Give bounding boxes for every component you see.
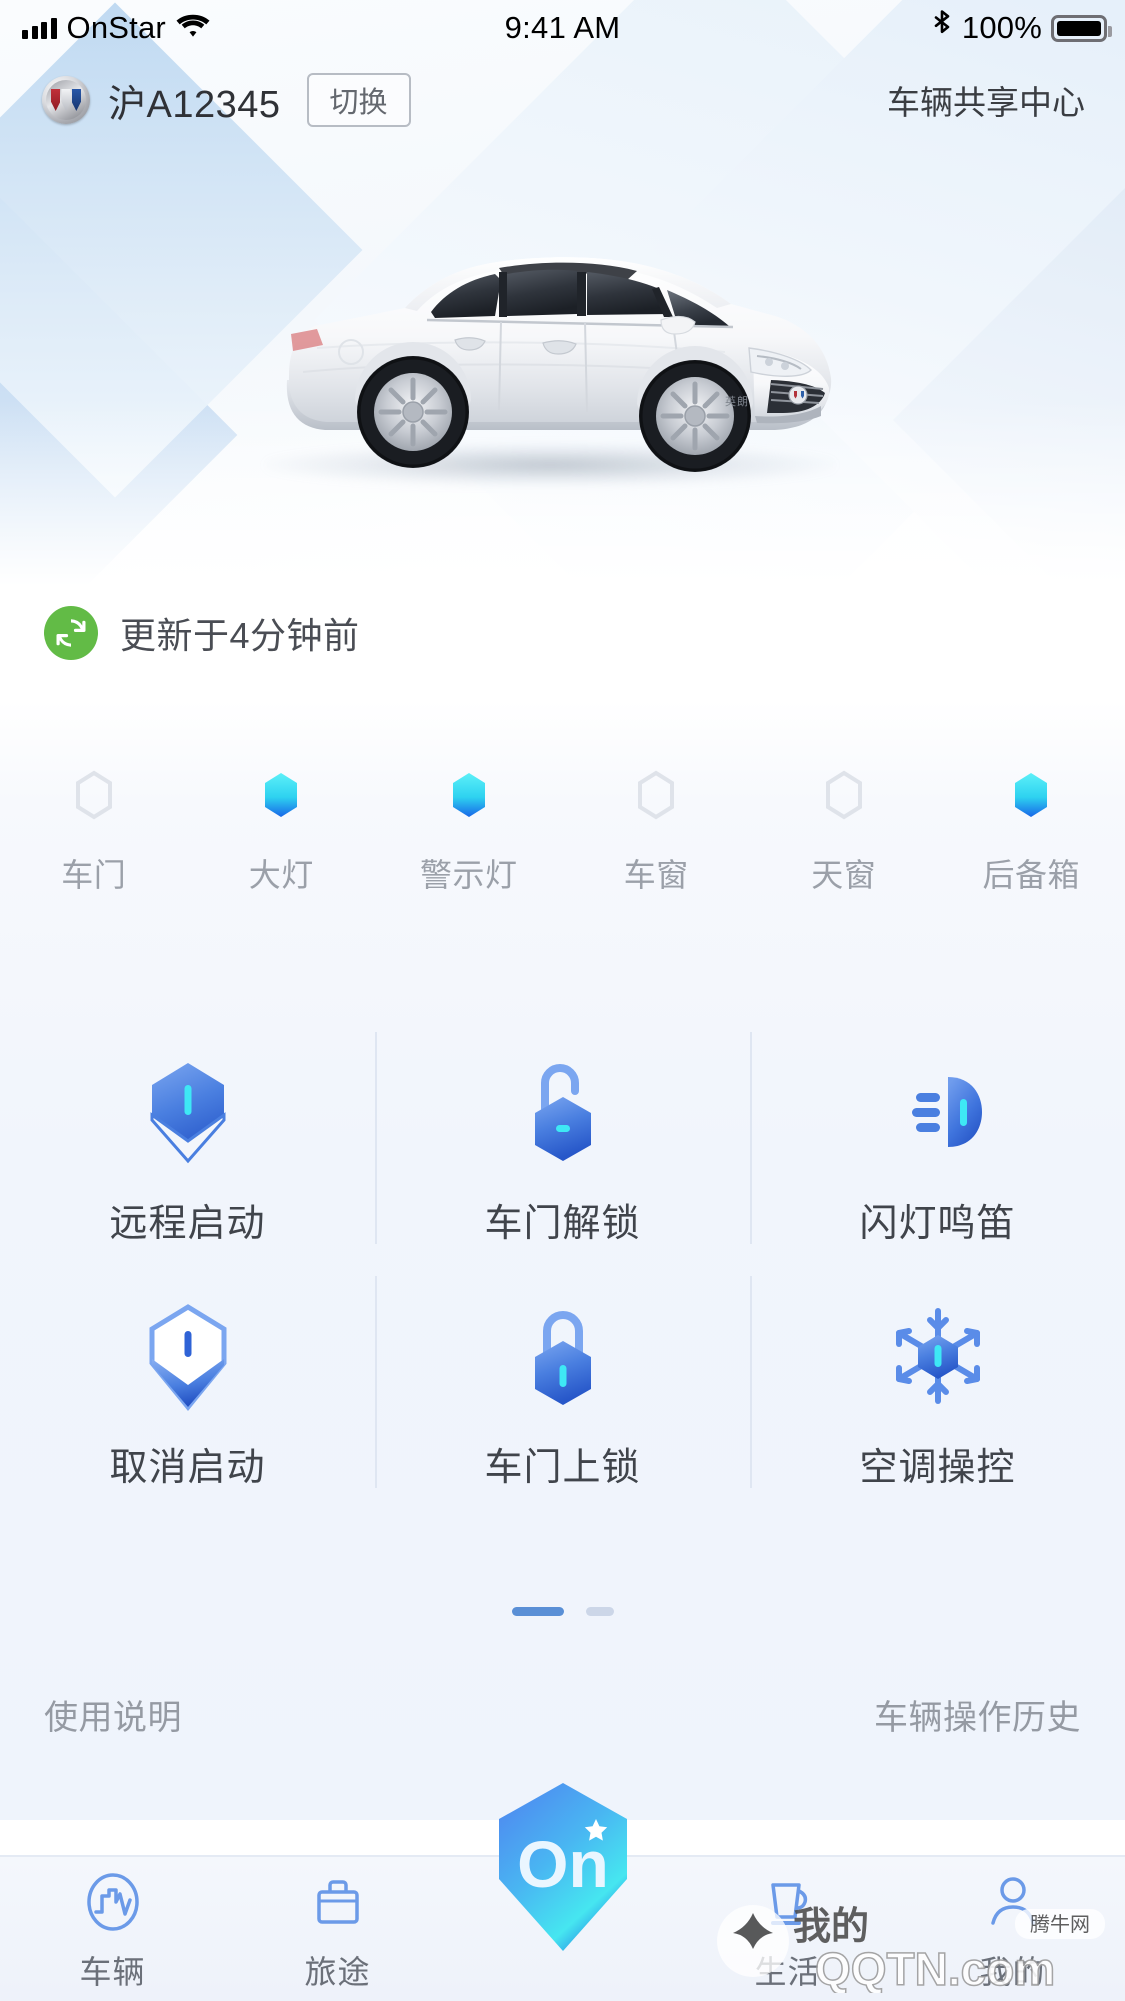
page-indicator xyxy=(0,1607,1125,1616)
tab-trip[interactable]: 旅途 xyxy=(225,1857,450,2001)
action-cancel-start[interactable]: 取消启动 xyxy=(0,1266,375,1510)
vehicle-icon xyxy=(83,1871,143,1933)
tab-label: 生活 xyxy=(754,1954,821,1990)
onstar-button-icon[interactable]: On xyxy=(486,1779,640,1955)
tab-label: 旅途 xyxy=(304,1954,371,1990)
tab-label: 我的 xyxy=(979,1954,1046,1990)
action-remote-start[interactable]: 远程启动 xyxy=(0,1022,375,1266)
action-lock-door[interactable]: 车门上锁 xyxy=(375,1266,750,1510)
status-item-hazard[interactable]: 警示灯 xyxy=(375,770,563,896)
battery-full-icon xyxy=(1051,14,1112,42)
hexagon-status-icon xyxy=(822,770,866,820)
tab-vehicle[interactable]: 车辆 xyxy=(0,1857,225,2001)
action-unlock-door[interactable]: 车门解锁 xyxy=(375,1022,750,1266)
flash-horn-icon xyxy=(873,1048,1003,1178)
hexagon-status-icon xyxy=(447,770,491,820)
status-bar: OnStar 9:41 AM 100% xyxy=(0,0,1125,56)
bottom-tab-bar: 车辆 旅途 On 生活 我的 xyxy=(0,1783,1125,2001)
remote-start-icon xyxy=(123,1048,253,1178)
hexagon-status-icon xyxy=(634,770,678,820)
svg-text:英朗: 英朗 xyxy=(725,394,749,408)
status-item-door[interactable]: 车门 xyxy=(0,770,188,896)
profile-person-icon xyxy=(984,1871,1042,1933)
action-grid: 远程启动 车门解锁 闪灯鸣笛 取消启动 车门上锁 空调操控 xyxy=(0,1022,1125,1510)
tab-onstar[interactable]: On xyxy=(450,1783,675,2001)
refresh-icon[interactable] xyxy=(44,606,98,660)
footer-links: 使用说明 车辆操作历史 xyxy=(0,1690,1125,1739)
switch-vehicle-button[interactable]: 切换 xyxy=(306,73,411,127)
action-flash-horn[interactable]: 闪灯鸣笛 xyxy=(750,1022,1125,1266)
tab-profile[interactable]: 我的 xyxy=(900,1857,1125,2001)
status-label: 大灯 xyxy=(248,857,314,893)
svg-text:On: On xyxy=(517,1827,609,1901)
life-cup-icon xyxy=(759,1871,817,1933)
status-item-trunk[interactable]: 后备箱 xyxy=(938,770,1125,896)
car-illustration: 英朗 xyxy=(286,257,832,472)
vehicle-status-row: 车门 大灯 警示灯 车窗 天窗 后备箱 xyxy=(0,770,1125,896)
action-label: 车门上锁 xyxy=(484,1447,641,1489)
unlock-icon xyxy=(498,1048,628,1178)
vehicle-image: 英朗 xyxy=(0,185,1125,515)
buick-logo xyxy=(42,76,90,124)
status-time: 9:41 AM xyxy=(504,10,621,45)
action-ac-control[interactable]: 空调操控 xyxy=(750,1266,1125,1510)
action-label: 远程启动 xyxy=(109,1203,266,1245)
action-label: 空调操控 xyxy=(859,1447,1016,1489)
status-item-sunroof[interactable]: 天窗 xyxy=(750,770,938,896)
cancel-start-icon xyxy=(123,1292,253,1422)
hexagon-status-icon xyxy=(1009,770,1053,820)
operation-history-link[interactable]: 车辆操作历史 xyxy=(874,1690,1081,1739)
hexagon-status-icon xyxy=(72,770,116,820)
status-label: 车窗 xyxy=(623,857,689,893)
status-label: 后备箱 xyxy=(982,857,1080,893)
bluetooth-icon xyxy=(931,9,953,48)
battery-percent-label: 100% xyxy=(961,10,1042,45)
page-dot[interactable] xyxy=(585,1607,614,1616)
update-time-label: 更新于4分钟前 xyxy=(120,615,360,656)
action-label: 车门解锁 xyxy=(484,1203,641,1245)
action-row-2: 取消启动 车门上锁 空调操控 xyxy=(0,1266,1125,1510)
snowflake-ac-icon xyxy=(873,1292,1003,1422)
page-dot-active[interactable] xyxy=(511,1607,564,1616)
status-label: 天窗 xyxy=(811,857,877,893)
hexagon-status-icon xyxy=(259,770,303,820)
lock-icon xyxy=(498,1292,628,1422)
vehicle-plate-label: 沪A12345 xyxy=(108,83,281,126)
action-row-1: 远程启动 车门解锁 闪灯鸣笛 xyxy=(0,1022,1125,1266)
status-item-headlight[interactable]: 大灯 xyxy=(188,770,376,896)
tab-life[interactable]: 生活 xyxy=(675,1857,900,2001)
vehicle-update-status[interactable]: 更新于4分钟前 xyxy=(44,606,360,660)
trip-bag-icon xyxy=(309,1871,367,1933)
action-label: 取消启动 xyxy=(109,1447,266,1489)
action-label: 闪灯鸣笛 xyxy=(859,1203,1016,1245)
app-header: 沪A12345 切换 车辆共享中心 xyxy=(0,56,1125,144)
share-center-link[interactable]: 车辆共享中心 xyxy=(887,76,1085,124)
status-item-window[interactable]: 车窗 xyxy=(563,770,751,896)
app-screen: OnStar 9:41 AM 100% 沪A12345 切换 车辆共享中心 英朗… xyxy=(0,0,1125,2001)
instructions-link[interactable]: 使用说明 xyxy=(44,1690,182,1739)
status-label: 警示灯 xyxy=(419,857,518,893)
status-label: 车门 xyxy=(61,857,127,893)
tab-label: 车辆 xyxy=(79,1954,146,1990)
